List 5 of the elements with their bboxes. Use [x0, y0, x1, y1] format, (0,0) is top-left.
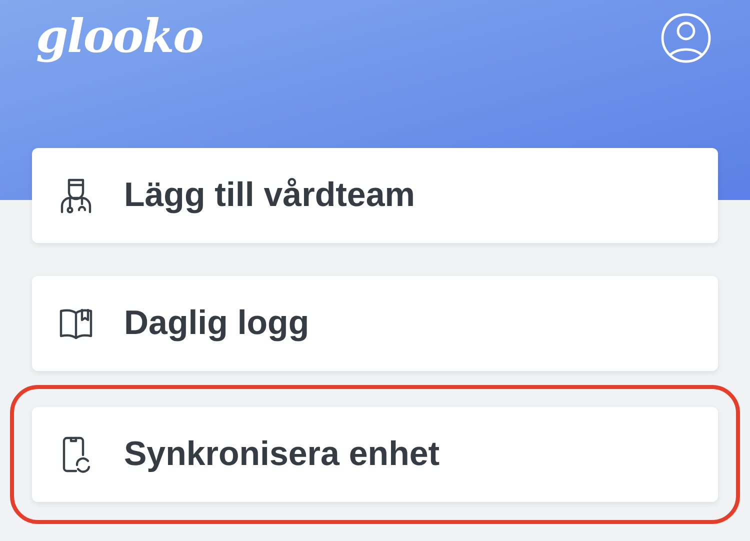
menu-card[interactable]: Synkronisera enhet — [32, 407, 718, 502]
profile-icon[interactable] — [660, 12, 712, 64]
menu-card[interactable]: Daglig logg — [32, 276, 718, 371]
logo: glooko — [36, 8, 203, 65]
menu-card[interactable]: Lägg till vårdteam — [32, 148, 718, 243]
